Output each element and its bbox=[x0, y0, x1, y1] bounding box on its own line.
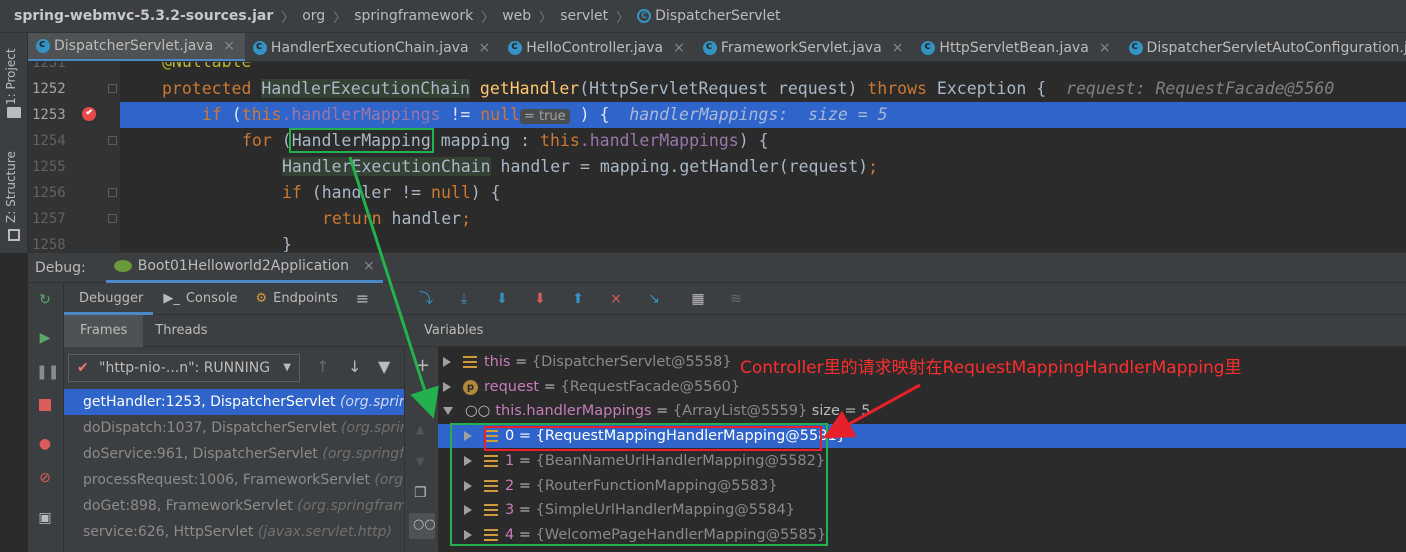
red-arrow bbox=[823, 383, 921, 439]
green-arrow bbox=[348, 156, 439, 419]
annotation-arrows bbox=[348, 156, 921, 439]
